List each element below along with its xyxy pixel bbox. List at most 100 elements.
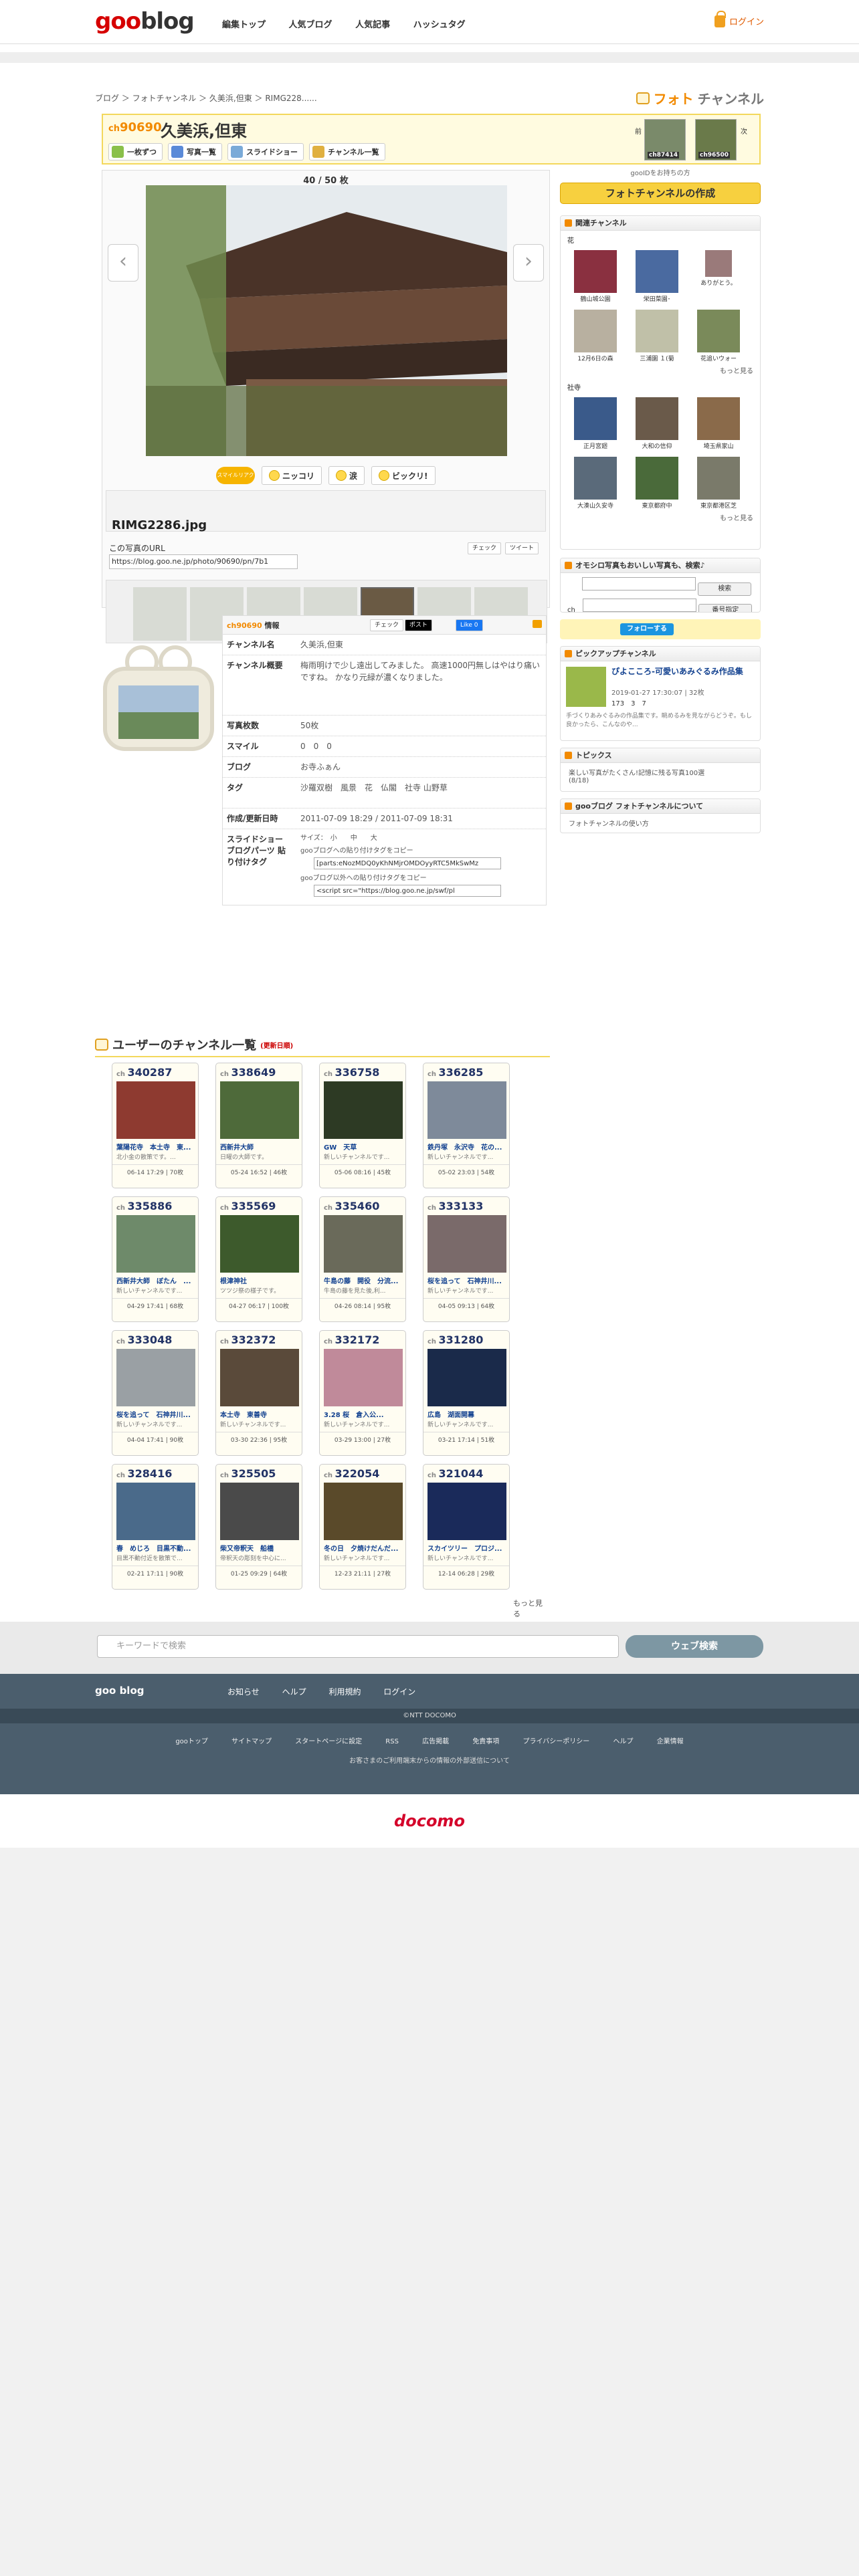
smile-button[interactable]: ニッコリ <box>262 466 322 485</box>
card-title[interactable]: 西新井大師 ぼたん ... <box>112 1273 198 1285</box>
card-title[interactable]: 本土寺 東善寺 <box>216 1406 302 1419</box>
more-link[interactable]: もっと見る <box>561 510 760 525</box>
footer-link[interactable]: 免責事項 <box>472 1738 499 1745</box>
related-tile[interactable]: 12月6日の森 <box>569 310 622 362</box>
nav-hashtag[interactable]: ハッシュタグ <box>413 20 466 30</box>
card-thumb[interactable] <box>324 1349 403 1406</box>
channel-card[interactable]: ch 340287 葉陽花寺 本土寺 東... 北小金の散策です。... 06-14 … <box>112 1063 199 1188</box>
goo-embed-code[interactable]: [parts:eNozMDQ0yKhNMjrOMDOyyRTC5MkSwMz <box>314 857 501 869</box>
related-tile[interactable]: 正月宮廻 <box>569 397 622 450</box>
footer-link[interactable]: プライバシーポリシー <box>523 1738 590 1745</box>
footer-logo[interactable]: goo blog <box>95 1685 145 1697</box>
footer-link[interactable]: 利用規約 <box>328 1687 361 1697</box>
photo-url-field[interactable]: https://blog.goo.ne.jp/photo/90690/pn/7b… <box>109 554 298 569</box>
tear-button[interactable]: 涙 <box>328 466 365 485</box>
footer-link[interactable]: ヘルプ <box>613 1738 634 1745</box>
card-title[interactable]: 広島 湖面開幕 <box>423 1406 509 1419</box>
card-title[interactable]: GW 天草 <box>320 1139 405 1152</box>
channel-card[interactable]: ch 321044 スカイツリー プロジ... 新しいチャンネルです... 12-14… <box>423 1464 510 1590</box>
channel-card[interactable]: ch 333048 桜を追って 石神井川... 新しいチャンネルです... 04-04… <box>112 1330 199 1456</box>
footer-link[interactable]: スタートページに設定 <box>295 1738 362 1745</box>
card-thumb[interactable] <box>324 1483 403 1540</box>
breadcrumb[interactable]: ブログ ＞ フォトチャンネル ＞ 久美浜,但東 ＞ RIMG228...... <box>95 92 317 104</box>
photo-search-button[interactable]: 検索 <box>698 582 752 596</box>
main-photo[interactable] <box>146 185 507 456</box>
next-photo-arrow[interactable]: › <box>513 244 544 282</box>
one-by-one-button[interactable]: 一枚ずつ <box>108 143 163 160</box>
footer-link[interactable]: サイトマップ <box>231 1738 272 1745</box>
external-transmission-link[interactable]: お客さまのご利用端末からの情報の外部送信について <box>0 1745 859 1765</box>
more-channels-link[interactable]: もっと見る <box>513 1598 547 1619</box>
photo-channel-title[interactable]: フォト チャンネル <box>636 88 764 108</box>
card-thumb[interactable] <box>324 1081 403 1139</box>
create-channel-button[interactable]: フォトチャンネルの作成 <box>560 183 761 204</box>
related-tile[interactable]: 東京都府中 <box>630 457 684 510</box>
channel-card[interactable]: ch 332372 本土寺 東善寺 新しいチャンネルです... 03-30 22:36… <box>215 1330 302 1456</box>
card-thumb[interactable] <box>116 1215 195 1273</box>
card-thumb[interactable] <box>427 1349 506 1406</box>
surprise-button[interactable]: ビックリ! <box>371 466 436 485</box>
channel-card[interactable]: ch 335569 根津神社 ツツジ祭の様子です。 04-27 06:17 | 100… <box>215 1196 302 1322</box>
card-title[interactable]: 牛島の藤 開役 分流... <box>320 1273 405 1285</box>
card-title[interactable]: 鉄丹塚 永沢寺 花の... <box>423 1139 509 1152</box>
prev-photo-arrow[interactable]: ‹ <box>108 244 138 282</box>
footer-link[interactable]: 企業情報 <box>657 1738 684 1745</box>
card-title[interactable]: 西新井大師 <box>216 1139 302 1152</box>
related-tile[interactable]: ありがとう。 <box>692 250 745 303</box>
number-jump-button[interactable]: 番号指定 <box>698 604 753 612</box>
more-link[interactable]: もっと見る <box>561 362 760 378</box>
related-tile[interactable]: 三浦園 １(菊 <box>630 310 684 362</box>
size-selector[interactable]: サイズ： 小 中 大 <box>300 833 542 843</box>
card-title[interactable]: 3.28 桜 倉入公... <box>320 1406 405 1419</box>
footer-link[interactable]: お知らせ <box>227 1687 260 1697</box>
card-title[interactable]: 葉陽花寺 本土寺 東... <box>112 1139 198 1152</box>
channel-card[interactable]: ch 331280 広島 湖面開幕 新しいチャンネルです... 03-21 17:14… <box>423 1330 510 1456</box>
footer-link[interactable]: gooトップ <box>175 1738 208 1745</box>
footer-link[interactable]: ログイン <box>383 1687 415 1697</box>
login-link[interactable]: ログイン <box>714 10 764 27</box>
channel-card[interactable]: ch 333133 桜を追って 石神井川... 新しいチャンネルです... 04-05… <box>423 1196 510 1322</box>
card-thumb[interactable] <box>116 1483 195 1540</box>
card-thumb[interactable] <box>427 1215 506 1273</box>
check-button[interactable]: チェック <box>370 619 404 631</box>
card-thumb[interactable] <box>220 1349 299 1406</box>
related-tile[interactable]: 埼玉県家山 <box>692 397 745 450</box>
prev-channel-link[interactable]: 前 ch87414 <box>635 119 688 160</box>
tweet-button[interactable]: ツイート <box>504 542 539 554</box>
web-search-button[interactable]: ウェブ検索 <box>626 1635 763 1658</box>
card-title[interactable]: 桜を追って 石神井川... <box>112 1406 198 1419</box>
channel-number-input[interactable] <box>583 599 697 612</box>
card-thumb[interactable] <box>220 1215 299 1273</box>
card-thumb[interactable] <box>427 1081 506 1139</box>
nav-popular-blog[interactable]: 人気ブログ <box>289 20 332 30</box>
channel-card[interactable]: ch 335460 牛島の藤 開役 分流... 牛島の藤を見た後,利... 04-26… <box>319 1196 406 1322</box>
related-tile[interactable]: 栄田菜園･ <box>630 250 684 303</box>
next-channel-link[interactable]: ch96500 次 <box>695 119 755 160</box>
channel-card[interactable]: ch 322054 冬の日 夕焼けだんだ... 新しいチャンネルです... 12-23… <box>319 1464 406 1590</box>
related-tile[interactable]: 鶴山城公園 <box>569 250 622 303</box>
channel-card[interactable]: ch 332172 3.28 桜 倉入公... 新しいチャンネルです... 03-29… <box>319 1330 406 1456</box>
related-tile[interactable]: 東京都港区芝 <box>692 457 745 510</box>
channel-card[interactable]: ch 325505 柴又帝釈天 船橋 帝釈天の彫刻を中心に... 01-25 09:2… <box>215 1464 302 1590</box>
photo-list-button[interactable]: 写真一覧 <box>168 143 222 160</box>
check-button[interactable]: チェック <box>467 542 501 554</box>
card-thumb[interactable] <box>220 1081 299 1139</box>
card-thumb[interactable] <box>427 1483 506 1540</box>
card-thumb[interactable] <box>220 1483 299 1540</box>
card-title[interactable]: 春 めじろ 目黒不動... <box>112 1540 198 1553</box>
card-title[interactable]: 根津神社 <box>216 1273 302 1285</box>
footer-link[interactable]: 広告掲載 <box>422 1738 449 1745</box>
channel-list-button[interactable]: チャンネル一覧 <box>309 143 385 160</box>
card-thumb[interactable] <box>324 1215 403 1273</box>
mail-icon[interactable] <box>533 620 542 628</box>
nav-edit-top[interactable]: 編集トップ <box>222 20 266 30</box>
search-input[interactable]: キーワードで検索 <box>97 1635 619 1658</box>
facebook-like-button[interactable]: Like 0 <box>456 619 483 631</box>
channel-card[interactable]: ch 328416 春 めじろ 目黒不動... 目黒不動付近を散策で... 02-21… <box>112 1464 199 1590</box>
photo-search-input[interactable] <box>582 577 696 591</box>
footer-link[interactable]: RSS <box>385 1738 399 1745</box>
docomo-logo[interactable]: docomo <box>0 1794 859 1848</box>
channel-card[interactable]: ch 338649 西新井大師 日曜の大師です。 05-24 16:52 | 46枚 <box>215 1063 302 1188</box>
post-button[interactable]: ポスト <box>405 619 433 631</box>
nav-popular-article[interactable]: 人気記事 <box>355 20 390 30</box>
